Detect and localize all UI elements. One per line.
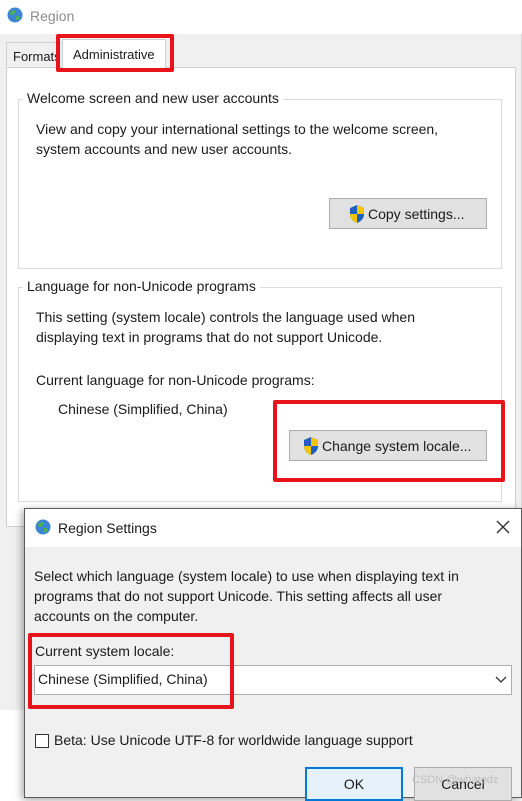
uac-shield-icon [350, 204, 364, 223]
utf8-beta-checkbox[interactable] [35, 734, 49, 748]
highlight-administrative-tab [56, 34, 174, 72]
highlight-change-locale-button [273, 400, 505, 482]
highlight-current-system-locale [28, 633, 234, 709]
globe-icon [7, 7, 23, 23]
watermark: CSDN @whatedz [412, 774, 499, 786]
welcome-description-line2: system accounts and new user accounts. [36, 141, 293, 157]
non-unicode-description-line1: This setting (system locale) controls th… [36, 309, 415, 325]
welcome-description-line1: View and copy your international setting… [36, 121, 439, 137]
dialog-description-line3: accounts on the computer. [34, 608, 199, 624]
dialog-description-line2: programs that do not support Unicode. Th… [34, 588, 443, 604]
close-icon[interactable] [494, 518, 512, 536]
chevron-down-icon [495, 676, 507, 683]
window-title: Region [30, 8, 75, 24]
region-titlebar [0, 0, 522, 34]
current-language-label: Current language for non-Unicode program… [36, 372, 315, 388]
ok-button[interactable]: OK [305, 767, 403, 801]
non-unicode-group-title: Language for non-Unicode programs [23, 278, 260, 294]
utf8-beta-label[interactable]: Beta: Use Unicode UTF-8 for worldwide la… [54, 732, 413, 748]
current-language-value: Chinese (Simplified, China) [58, 401, 228, 417]
welcome-group-title: Welcome screen and new user accounts [23, 90, 283, 106]
copy-settings-label: Copy settings... [368, 205, 465, 222]
non-unicode-description-line2: displaying text in programs that do not … [36, 329, 383, 345]
copy-settings-button[interactable]: Copy settings... [329, 198, 487, 229]
dialog-title: Region Settings [58, 520, 157, 536]
globe-icon [35, 519, 51, 535]
dialog-description-line1: Select which language (system locale) to… [34, 568, 459, 584]
